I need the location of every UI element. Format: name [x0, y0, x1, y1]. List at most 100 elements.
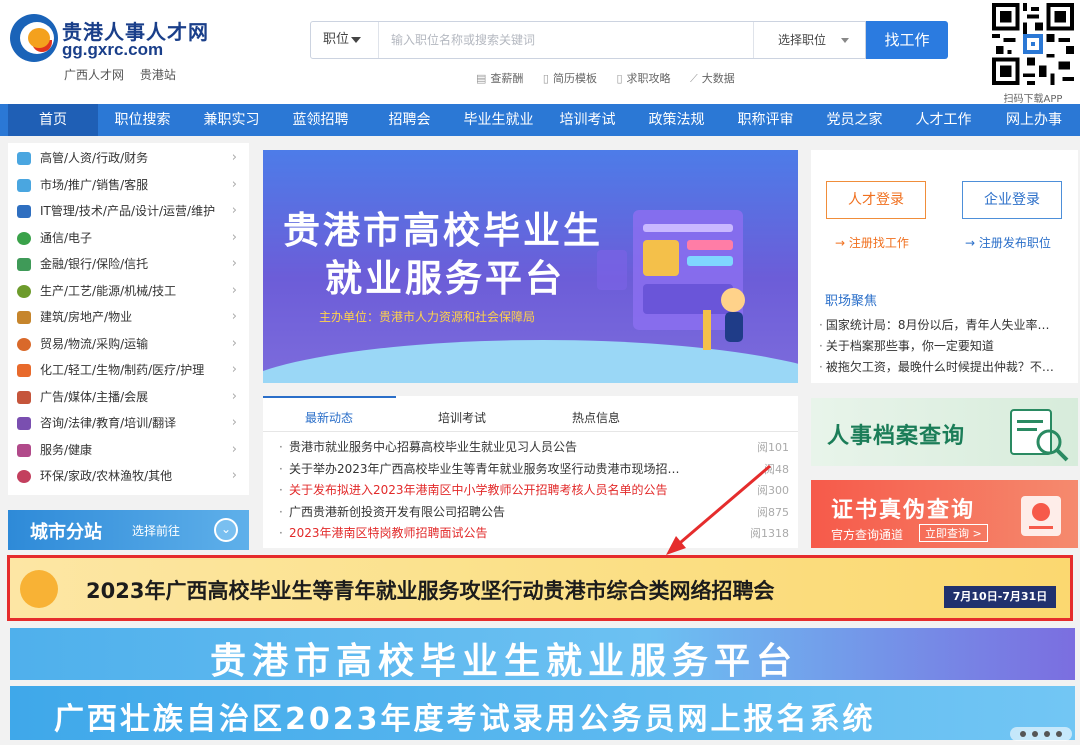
nav-graduates[interactable]: 毕业生就业 [454, 104, 543, 136]
carousel-dot[interactable] [1056, 731, 1062, 737]
chevron-right-icon: › [231, 282, 237, 298]
nav-policies[interactable]: 政策法规 [632, 104, 721, 136]
dashboard-illustration-icon [597, 210, 745, 350]
quick-links: ▤ 查薪酬 ▯ 简历模板 ▯ 求职攻略 ⟋ 大数据 [476, 70, 751, 86]
search-input[interactable] [381, 22, 753, 58]
medical-icon [17, 364, 31, 377]
chevron-right-icon: › [231, 335, 237, 351]
nav-online-services[interactable]: 网上办事 [988, 104, 1080, 136]
chevron-right-icon: › [231, 388, 237, 404]
chevron-right-icon: › [231, 256, 237, 271]
chevron-down-icon[interactable]: ⌄ [214, 518, 238, 542]
smiley-face-icon [20, 570, 58, 608]
page-root: 贵港人事人才网 gg.gxrc.com 广西人才网 贵港站 职位 选择职位 找工… [0, 0, 1080, 745]
category-item-manufacturing[interactable]: 生产/工艺/能源/机械/技工 › [8, 278, 249, 305]
site-sublinks: 广西人才网 贵港站 [64, 66, 188, 83]
nav-party-members[interactable]: 党员之家 [810, 104, 899, 136]
nav-talent-work[interactable]: 人才工作 [899, 104, 988, 136]
category-label: 贸易/物流/采购/运输 [40, 336, 149, 351]
find-job-button[interactable]: 找工作 [866, 21, 948, 59]
nav-home[interactable]: 首页 [8, 104, 98, 136]
certificate-query-button[interactable]: 立即查询 > [919, 524, 988, 542]
salary-icon: ▤ [476, 72, 487, 85]
megaphone-icon [17, 390, 31, 404]
focus-item[interactable]: · 关于档案那些事，你一定要知道 [819, 336, 1071, 357]
person-icon [17, 152, 31, 165]
job-category-select[interactable]: 选择职位 [753, 22, 865, 58]
guide-icon: ▯ [616, 72, 623, 85]
carousel-indicator[interactable] [1010, 727, 1072, 741]
graduate-platform-banner[interactable]: 贵港市高校毕业生就业服务平台 [10, 628, 1075, 680]
news-title: 2023年港南区特岗教师招聘面试公告 [289, 526, 488, 540]
talent-login-button[interactable]: 人才登录 [826, 181, 926, 219]
tab-training-exams[interactable]: 培训考试 [438, 409, 486, 426]
quick-link-salary[interactable]: ▤ 查薪酬 [476, 70, 523, 86]
focus-item[interactable]: · 国家统计局：8月份以后，青年人失业率… [819, 315, 1071, 336]
banner-title-line2: 就业服务平台 [325, 257, 565, 300]
chevron-right-icon: › [231, 309, 237, 324]
site-logo[interactable]: 贵港人事人才网 gg.gxrc.com 广西人才网 贵港站 [10, 12, 208, 83]
sublink-guigang[interactable]: 贵港站 [140, 68, 176, 82]
job-fair-date: 7月10日-7月31日 [944, 586, 1056, 608]
quick-link-guide[interactable]: ▯ 求职攻略 [616, 70, 670, 86]
search-type-label: 职位 [323, 32, 350, 47]
banner-title-line1: 贵港市高校毕业生 [283, 209, 603, 252]
job-fair-banner[interactable]: 2023年广西高校毕业生等青年就业服务攻坚行动贵港市综合类网络招聘会 7月10日… [7, 555, 1073, 621]
app-qr-code[interactable]: 扫码下载APP [992, 2, 1074, 105]
carousel-dot[interactable] [1044, 731, 1050, 737]
news-item[interactable]: · 贵港市就业服务中心招募高校毕业生就业见习人员公告 阅101 [279, 437, 789, 458]
tab-latest-news[interactable]: 最新动态 [305, 409, 353, 426]
carousel-dot[interactable] [1032, 731, 1038, 737]
category-item-chemical[interactable]: 化工/轻工/生物/制药/医疗/护理 › [8, 357, 249, 384]
magnifier-icon [1010, 409, 1069, 462]
sublink-gxrc[interactable]: 广西人才网 [64, 68, 124, 82]
city-branch-panel[interactable]: 城市分站 选择前往 ⌄ [8, 510, 249, 550]
nav-training-exams[interactable]: 培训考试 [543, 104, 632, 136]
certificate-icon [1021, 496, 1061, 536]
carousel-dot[interactable] [1020, 731, 1026, 737]
quick-link-resume[interactable]: ▯ 简历模板 [543, 70, 597, 86]
news-tabs: 最新动态 培训考试 热点信息 [263, 396, 798, 432]
category-item-environment[interactable]: 环保/家政/农林渔牧/其他 › [8, 463, 249, 490]
nav-title-review[interactable]: 职称评审 [721, 104, 810, 136]
search-type-select[interactable]: 职位 [311, 22, 379, 58]
category-item-service[interactable]: 服务/健康 › [8, 437, 249, 464]
focus-item-text: 国家统计局：8月份以后，青年人失业率… [825, 318, 1050, 332]
chevron-down-icon [351, 36, 362, 43]
category-label: 金融/银行/保险/信托 [40, 257, 149, 271]
civil-service-banner[interactable]: 广西壮族自治区2023年度考试录用公务员网上报名系统 [10, 686, 1075, 740]
document-icon: ▯ [542, 72, 549, 85]
marketing-icon [17, 178, 31, 192]
globe-icon [17, 231, 31, 245]
register-employer-link[interactable]: → 注册发布职位 [965, 234, 1051, 251]
graduate-platform-title: 贵港市高校毕业生就业服务平台 [210, 641, 799, 680]
category-item-trade[interactable]: 贸易/物流/采购/运输 › [8, 331, 249, 358]
company-login-button[interactable]: 企业登录 [962, 181, 1062, 219]
banner-organizer: 主办单位：贵港市人力资源和社会保障局 [319, 310, 536, 324]
trade-icon [17, 337, 31, 351]
recycle-icon [17, 470, 31, 483]
search-bar: 职位 选择职位 [310, 21, 866, 59]
focus-item[interactable]: · 被拖欠工资，最晚什么时候提出仲裁？不… [819, 357, 1071, 378]
certificate-query-ad[interactable]: 证书真伪查询 官方查询通道 立即查询 > [811, 480, 1078, 548]
category-item-marketing[interactable]: 市场/推广/销售/客服 › [8, 172, 249, 199]
category-item-finance[interactable]: 金融/银行/保险/信托 › [8, 251, 249, 278]
nav-blue-collar[interactable]: 蓝领招聘 [276, 104, 365, 136]
category-item-admin[interactable]: 高管/人资/行政/财务 › [8, 145, 249, 172]
tab-hot-info[interactable]: 热点信息 [572, 409, 620, 426]
category-item-construction[interactable]: 建筑/房地产/物业 › [8, 304, 249, 331]
focus-item-text: 被拖欠工资，最晚什么时候提出仲裁？不… [825, 360, 1054, 374]
archive-query-ad[interactable]: 人事档案查询 [811, 398, 1078, 466]
hero-banner[interactable]: 贵港市高校毕业生 就业服务平台 主办单位：贵港市人力资源和社会保障局 [263, 150, 798, 383]
category-item-telecom[interactable]: 通信/电子 › [8, 225, 249, 252]
register-job-seeker-link[interactable]: → 注册找工作 [835, 234, 909, 251]
nav-job-fair[interactable]: 招聘会 [365, 104, 454, 136]
category-item-consulting[interactable]: 咨询/法律/教育/培训/翻译 › [8, 410, 249, 437]
category-item-it[interactable]: IT管理/技术/产品/设计/运营/维护 › [8, 198, 249, 225]
nav-part-time[interactable]: 兼职实习 [187, 104, 276, 136]
nav-job-search[interactable]: 职位搜索 [98, 104, 187, 136]
category-label: 市场/推广/销售/客服 [40, 177, 149, 192]
city-panel-link[interactable]: 选择前往 [132, 522, 180, 539]
quick-link-data[interactable]: ⟋ 大数据 [690, 70, 735, 86]
category-item-media[interactable]: 广告/媒体/主播/会展 › [8, 384, 249, 411]
